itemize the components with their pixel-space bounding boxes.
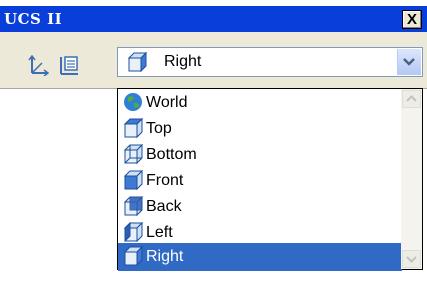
list-item-label: Top — [146, 120, 172, 137]
scroll-track[interactable] — [402, 109, 421, 249]
list-item-label: Front — [146, 172, 184, 189]
list-item-world[interactable]: World — [118, 89, 402, 117]
list-item-label: Back — [146, 198, 182, 215]
list-item-back[interactable]: Back — [118, 193, 402, 221]
list-item-bottom[interactable]: Bottom — [118, 141, 402, 169]
ucs-view-combobox[interactable]: Right — [117, 47, 423, 77]
toolbar: Right — [0, 32, 427, 89]
cube-back-icon — [123, 195, 144, 217]
cube-right-icon — [127, 51, 148, 73]
title-bar[interactable]: UCS II X — [0, 6, 427, 32]
list-item-top[interactable]: Top — [118, 115, 402, 143]
scroll-up-button[interactable] — [402, 90, 421, 108]
close-icon: X — [406, 11, 417, 28]
globe-icon — [124, 93, 142, 111]
cube-front-icon — [123, 169, 144, 191]
list-item-label: Left — [146, 224, 173, 241]
chevron-up-icon — [406, 95, 417, 102]
list-item-label: World — [146, 94, 188, 111]
scroll-down-button[interactable] — [402, 250, 421, 268]
chevron-down-icon — [406, 256, 417, 263]
ucs-axis-icon[interactable] — [28, 54, 50, 76]
window-title: UCS II — [4, 10, 63, 28]
cube-bottom-icon — [123, 143, 144, 165]
cube-top-icon — [123, 117, 144, 139]
close-button[interactable]: X — [402, 10, 422, 29]
named-ucs-icon[interactable] — [58, 54, 80, 76]
list-item-label: Bottom — [146, 146, 197, 163]
dropdown-scrollbar[interactable] — [401, 89, 422, 269]
dropdown-arrow-button[interactable] — [397, 49, 421, 75]
list-item-right[interactable]: Right — [118, 243, 402, 271]
view-dropdown-list: World Top Bottom Front Back Left Right — [117, 88, 423, 271]
cube-right-icon — [123, 245, 144, 267]
list-item-front[interactable]: Front — [118, 167, 402, 195]
list-item-label: Right — [146, 248, 184, 265]
cube-left-icon — [123, 221, 144, 243]
chevron-down-icon — [403, 58, 415, 66]
selected-view-label: Right — [164, 53, 202, 70]
